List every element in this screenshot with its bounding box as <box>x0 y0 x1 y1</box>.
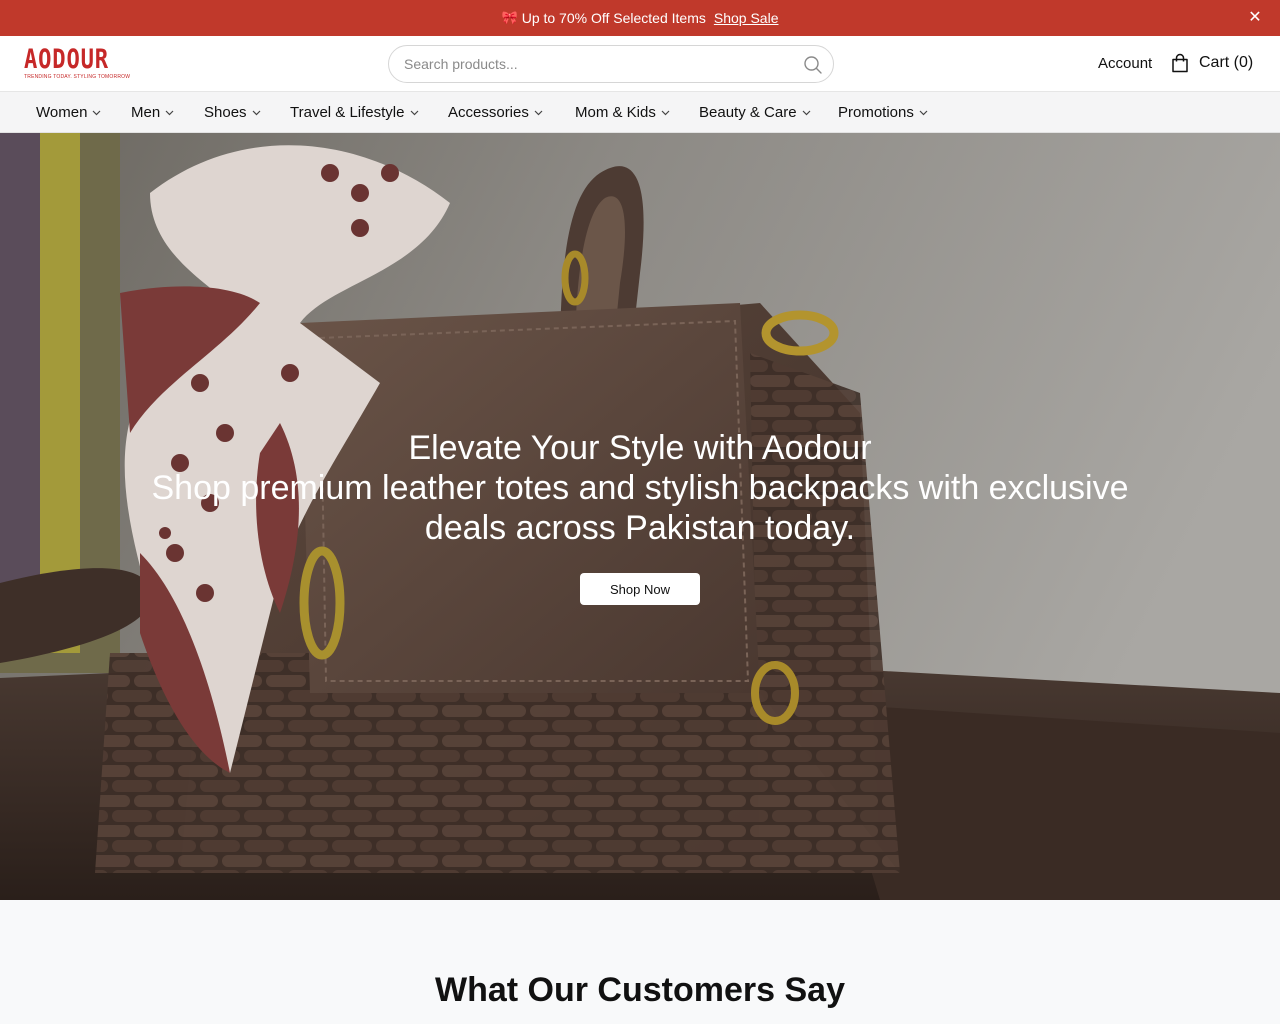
chevron-down-icon <box>661 110 670 115</box>
nav-item-shoes[interactable]: Shoes <box>204 104 261 121</box>
hero-title: Elevate Your Style with Aodour <box>408 429 872 467</box>
chevron-down-icon <box>919 110 928 115</box>
chevron-down-icon <box>534 110 543 115</box>
hero-banner: Elevate Your Style with Aodour Shop prem… <box>0 133 1280 900</box>
search-bar <box>388 45 834 83</box>
nav-item-beauty-care[interactable]: Beauty & Care <box>699 104 811 121</box>
logo-wordmark: AODOUR <box>24 44 109 75</box>
close-icon[interactable]: ✕ <box>1246 9 1264 27</box>
hero-subtitle: Shop premium leather totes and stylish b… <box>151 469 1129 547</box>
testimonials-heading: What Our Customers Say <box>435 971 845 1009</box>
announcement-bar: 🎀 Up to 70% Off Selected Items Shop Sale… <box>0 0 1280 36</box>
cart-label: Cart (0) <box>1199 54 1254 71</box>
chevron-down-icon <box>165 110 174 115</box>
shop-sale-link[interactable]: Shop Sale <box>714 10 779 26</box>
category-nav: Women Men Shoes Travel & Lifestyle Acces… <box>0 92 1280 133</box>
account-link[interactable]: Account <box>1098 55 1152 72</box>
nav-item-promotions[interactable]: Promotions <box>838 104 928 121</box>
search-input[interactable] <box>404 54 784 74</box>
chevron-down-icon <box>410 110 418 115</box>
nav-item-travel-lifestyle[interactable]: Travel & Lifestyle <box>290 104 419 121</box>
cart-button[interactable]: Cart (0) <box>1171 53 1253 73</box>
chevron-down-icon <box>92 110 101 115</box>
chevron-down-icon <box>802 110 810 115</box>
site-header: AODOUR TRENDING TODAY. STYLING TOMORROW … <box>0 36 1280 92</box>
search-icon[interactable] <box>803 55 823 75</box>
announcement-text: Up to 70% Off Selected Items <box>521 10 706 26</box>
gift-icon: 🎀 <box>501 10 518 25</box>
nav-item-men[interactable]: Men <box>131 104 174 121</box>
logo[interactable]: AODOUR TRENDING TODAY. STYLING TOMORROW <box>24 44 130 82</box>
shopping-bag-icon <box>1172 53 1188 73</box>
chevron-down-icon <box>252 110 260 115</box>
nav-item-women[interactable]: Women <box>36 104 101 121</box>
nav-item-mom-kids[interactable]: Mom & Kids <box>575 104 670 121</box>
nav-item-accessories[interactable]: Accessories <box>448 104 543 121</box>
shop-now-button[interactable]: Shop Now <box>580 573 700 605</box>
